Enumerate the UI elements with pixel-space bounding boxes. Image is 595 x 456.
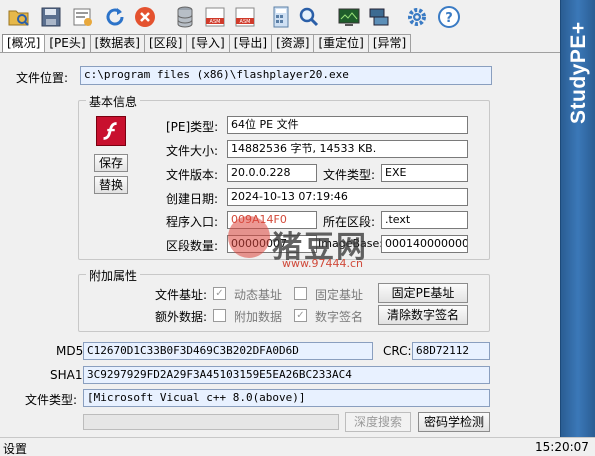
file-location-field[interactable]: c:\program files (x86)\flashplayer20.exe — [80, 66, 492, 85]
svg-text:?: ? — [445, 11, 453, 26]
scan-progress-bar — [83, 414, 339, 430]
calculator-icon[interactable] — [268, 4, 294, 30]
save-icon[interactable] — [38, 4, 64, 30]
crc-field[interactable]: 68D72112 — [412, 342, 490, 360]
pe-type-field: 64位 PE 文件 — [227, 116, 468, 134]
tab-bar: [概况] [PE头] [数据表] [区段] [导入] [导出] [资源] [重定… — [2, 34, 412, 53]
asm-icon[interactable]: ASM — [202, 4, 228, 30]
extra-data-checkbox[interactable] — [213, 309, 226, 322]
dynamic-base-checkbox[interactable]: ✓ — [213, 287, 226, 300]
status-time: 15:20:07 — [535, 440, 589, 454]
open-folder-icon[interactable] — [6, 4, 32, 30]
search-icon[interactable] — [296, 4, 322, 30]
save-button[interactable]: 保存 — [94, 154, 128, 172]
close-icon[interactable] — [132, 4, 158, 30]
extra-data-label: 额外数据: — [155, 310, 208, 324]
tab-data-directory[interactable]: [数据表] — [89, 34, 145, 52]
digital-signature-checkbox[interactable]: ✓ — [294, 309, 307, 322]
file-type-label: 文件类型: — [323, 168, 376, 182]
file-type-field: EXE — [381, 164, 468, 182]
tab-relocations[interactable]: [重定位] — [313, 34, 369, 52]
sha1-field[interactable]: 3C9297929FD2A29F3A45103159E5EA26BC233AC4 — [83, 366, 490, 384]
settings-icon[interactable] — [404, 4, 430, 30]
tab-overview[interactable]: [概况] — [2, 34, 46, 53]
file-version-label: 文件版本: — [166, 168, 219, 182]
sha1-label: SHA1: — [50, 368, 87, 382]
file-location-label: 文件位置: — [16, 71, 69, 85]
svg-text:ASM: ASM — [210, 19, 221, 25]
created-date-label: 创建日期: — [166, 192, 219, 206]
crc-label: CRC: — [383, 344, 412, 358]
crypto-detect-button[interactable]: 密码学检测 — [418, 412, 490, 432]
clear-signature-button[interactable]: 清除数字签名 — [378, 305, 468, 325]
svg-text:ASM: ASM — [240, 19, 251, 25]
tab-sections[interactable]: [区段] — [143, 34, 188, 52]
deep-search-button[interactable]: 深度搜索 — [345, 412, 411, 432]
watermark-url: www.97444.cn — [282, 257, 363, 270]
database-icon[interactable] — [172, 4, 198, 30]
file-base-label: 文件基址: — [155, 288, 208, 302]
section-count-label: 区段数量: — [166, 239, 219, 253]
tab-underline — [0, 52, 560, 53]
digital-signature-label: 数字签名 — [315, 310, 364, 324]
flash-file-icon — [96, 116, 126, 146]
file-size-field: 14882536 字节, 14533 KB. — [227, 140, 468, 158]
dynamic-base-label: 动态基址 — [234, 288, 283, 302]
fixed-base-checkbox[interactable] — [294, 287, 307, 300]
entry-point-label: 程序入口: — [166, 215, 219, 229]
brand-logo: StudyPE+ — [567, 21, 590, 125]
monitor-icon[interactable] — [336, 4, 362, 30]
view-icon[interactable] — [70, 4, 96, 30]
entry-section-field: .text — [381, 211, 468, 229]
fix-pe-base-button[interactable]: 固定PE基址 — [378, 283, 468, 303]
extra-attributes-title: 附加属性 — [86, 267, 141, 284]
brand-sidebar: StudyPE+ — [560, 0, 595, 438]
extra-data-check-label: 附加数据 — [234, 310, 283, 324]
help-icon[interactable]: ? — [436, 4, 462, 30]
status-settings[interactable]: 设置 — [3, 440, 27, 456]
refresh-icon[interactable] — [102, 4, 128, 30]
md5-field[interactable]: C12670D1C33B0F3D469C3B202DFA0D6D — [83, 342, 373, 360]
network-icon[interactable] — [366, 4, 392, 30]
tab-exceptions[interactable]: [异常] — [367, 34, 412, 52]
created-date-field: 2024-10-13 07:19:46 — [227, 188, 468, 206]
tab-exports[interactable]: [导出] — [228, 34, 273, 52]
asm2-icon[interactable]: ASM — [232, 4, 258, 30]
watermark-logo — [228, 216, 270, 258]
pe-type-label: [PE]类型: — [166, 120, 219, 134]
tab-imports[interactable]: [导入] — [186, 34, 230, 52]
basic-info-title: 基本信息 — [86, 93, 141, 110]
fixed-base-label: 固定基址 — [315, 288, 364, 302]
toolbar: ASM ASM ? — [0, 0, 560, 34]
detect-type-label: 文件类型: — [25, 393, 78, 407]
detect-type-field[interactable]: [Microsoft Vicual c++ 8.0(above)] — [83, 389, 490, 407]
replace-button[interactable]: 替换 — [94, 176, 128, 194]
status-bar: 设置 15:20:07 — [0, 437, 595, 456]
tab-pe-header[interactable]: [PE头] — [44, 34, 91, 52]
imagebase-field: 0001400000000 — [381, 235, 468, 253]
tab-resources[interactable]: [资源] — [271, 34, 315, 52]
file-version-field: 20.0.0.228 — [227, 164, 317, 182]
file-size-label: 文件大小: — [166, 144, 219, 158]
